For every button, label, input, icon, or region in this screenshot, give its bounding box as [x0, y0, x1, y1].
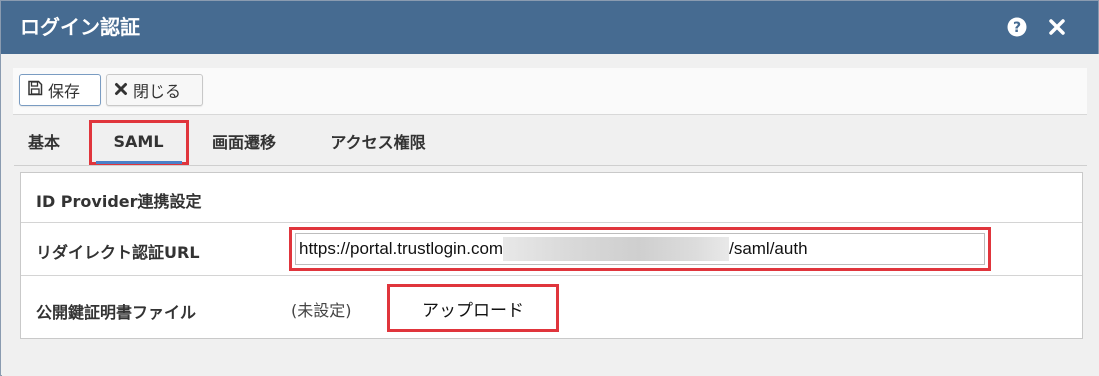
x-mark-icon	[114, 81, 128, 100]
upload-button[interactable]: アップロード	[387, 284, 559, 332]
tab-bar: 基本 SAML 画面遷移 アクセス権限	[14, 116, 1087, 166]
svg-text:?: ?	[1013, 20, 1021, 36]
floppy-disk-icon	[27, 80, 43, 100]
tab-basic[interactable]: 基本	[19, 126, 69, 156]
save-button[interactable]: 保存	[19, 74, 101, 106]
active-tab-underline	[96, 161, 182, 164]
tab-saml[interactable]: SAML	[92, 126, 185, 156]
dialog-title: ログイン認証	[20, 15, 140, 39]
toolbar: 保存 閉じる	[13, 68, 1087, 115]
save-label: 保存	[48, 82, 81, 101]
section-title: ID Provider連携設定	[36, 192, 202, 211]
close-button[interactable]: 閉じる	[106, 74, 203, 106]
dialog-content: 保存 閉じる 基本 SAML 画面遷移 アクセス権限 ID Provider連携…	[2, 54, 1099, 376]
url-field-highlight	[289, 227, 991, 271]
close-icon[interactable]	[1047, 17, 1067, 37]
redirect-url-row: リダイレクト認証URL https://portal.trustlogin.co…	[21, 223, 1082, 276]
section-header-row: ID Provider連携設定	[21, 173, 1082, 223]
login-auth-dialog: ログイン認証 ? 保存 閉じる 基本 SAML 画面遷移 アクセス権限 ID P…	[0, 0, 1099, 376]
certificate-row: 公開鍵証明書ファイル (未設定) アップロード	[21, 276, 1082, 338]
certificate-label: 公開鍵証明書ファイル	[36, 303, 197, 322]
tab-screen-transition[interactable]: 画面遷移	[200, 126, 288, 156]
help-icon[interactable]: ?	[1007, 17, 1027, 37]
redirect-url-label: リダイレクト認証URL	[36, 243, 200, 262]
tab-access-rights[interactable]: アクセス権限	[314, 126, 442, 156]
saml-settings-panel: ID Provider連携設定 リダイレクト認証URL https://port…	[20, 172, 1083, 339]
dialog-titlebar: ログイン認証 ?	[1, 1, 1098, 54]
close-label: 閉じる	[133, 82, 182, 101]
certificate-status: (未設定)	[291, 301, 352, 320]
